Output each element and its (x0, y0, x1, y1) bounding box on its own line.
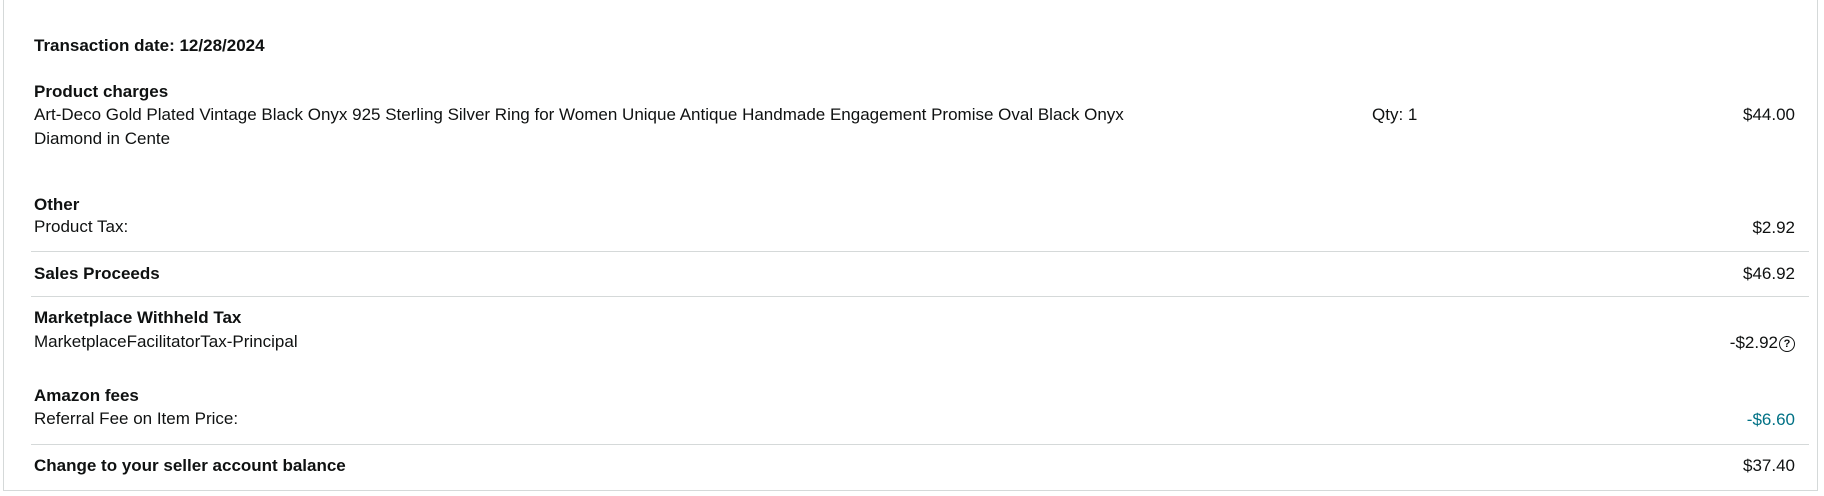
sales-proceeds-label: Sales Proceeds (34, 264, 160, 283)
product-description: Art-Deco Gold Plated Vintage Black Onyx … (34, 105, 1124, 148)
product-tax-amount: $2.92 (1752, 218, 1795, 237)
product-tax-label: Product Tax: (34, 217, 129, 236)
divider (31, 296, 1809, 297)
amazon-fees-heading: Amazon fees (34, 386, 139, 405)
other-heading: Other (34, 195, 80, 214)
balance-change-amount: $37.40 (1743, 456, 1795, 475)
divider (31, 444, 1809, 445)
product-charges-amount: $44.00 (1743, 105, 1795, 124)
product-charges-heading: Product charges (34, 82, 169, 101)
divider (31, 251, 1809, 252)
referral-fee-label: Referral Fee on Item Price: (34, 409, 239, 428)
marketplace-withheld-tax-heading: Marketplace Withheld Tax (34, 308, 242, 327)
marketplace-facilitator-tax-label: MarketplaceFacilitatorTax-Principal (34, 332, 298, 351)
marketplace-withheld-tax-amount-group: -$2.92? (1730, 333, 1795, 353)
product-quantity: Qty: 1 (1372, 105, 1418, 124)
transaction-details-panel: Transaction date: 12/28/2024 Product cha… (3, 0, 1818, 491)
sales-proceeds-amount: $46.92 (1743, 264, 1795, 283)
marketplace-withheld-tax-amount: -$2.92 (1729, 333, 1778, 352)
balance-change-label: Change to your seller account balance (34, 456, 346, 475)
transaction-date: Transaction date: 12/28/2024 (34, 36, 265, 55)
help-circle-icon[interactable]: ? (1779, 336, 1795, 352)
referral-fee-amount[interactable]: -$6.60 (1747, 410, 1795, 430)
